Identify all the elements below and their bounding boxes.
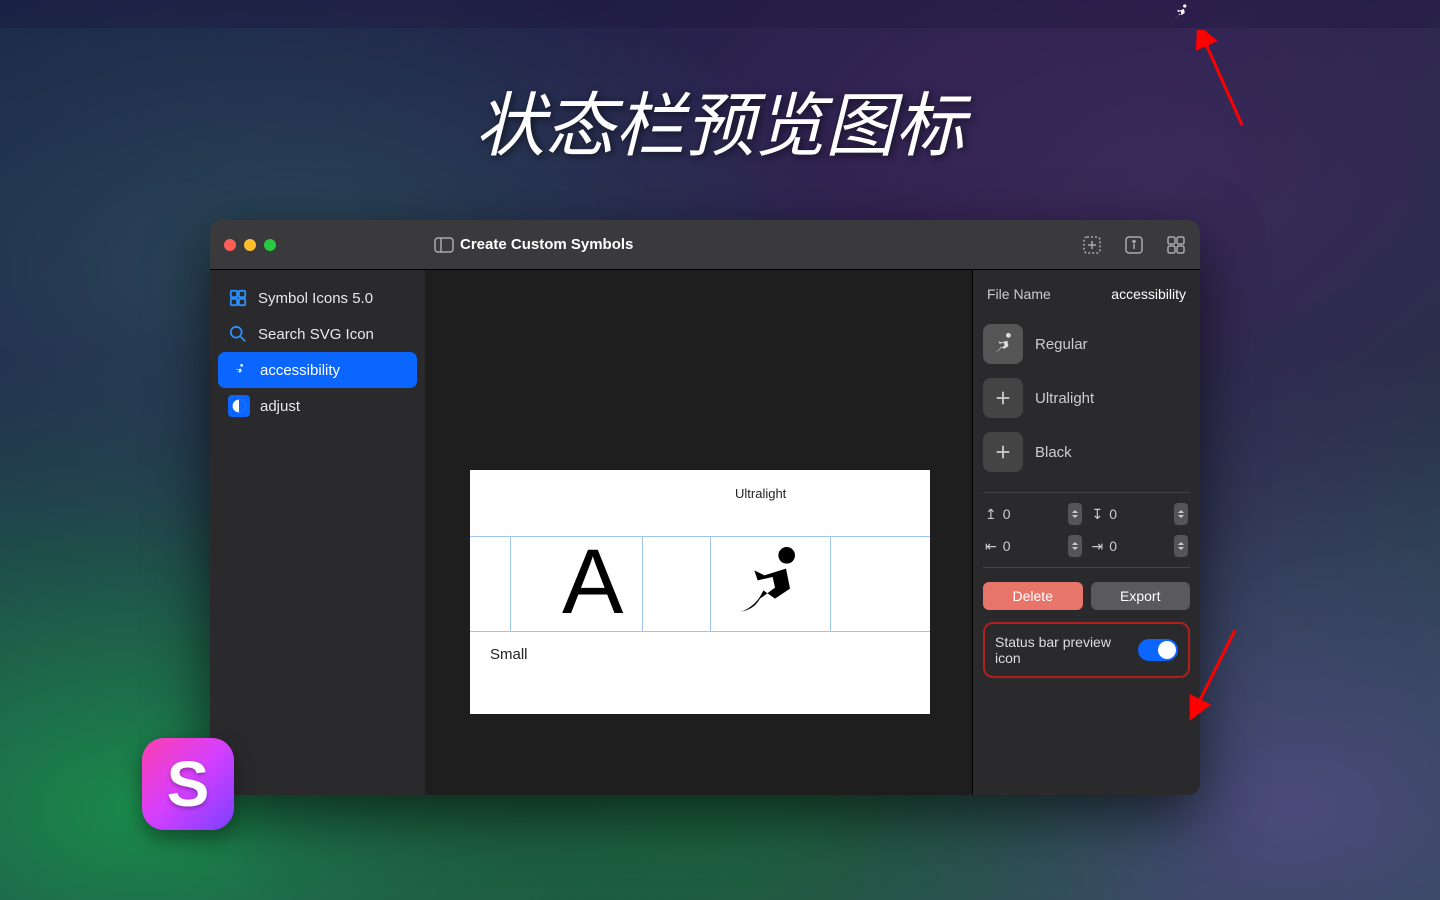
app-window: Create Custom Symbols Symbol Icons 5.0 — [210, 220, 1200, 795]
reference-glyph: A — [562, 530, 623, 635]
guide-line — [830, 536, 831, 632]
file-name-value: accessibility — [1111, 286, 1186, 302]
arrow-left-icon: ⇤ — [985, 538, 997, 555]
sidebar-item-accessibility[interactable]: accessibility — [218, 352, 417, 388]
nudge-value: 0 — [1003, 506, 1011, 522]
nudge-controls: ↥ 0 ↧ 0 ⇤ 0 ⇥ 0 — [983, 492, 1190, 568]
inspector-panel: File Name accessibility Regular Ultralig… — [972, 270, 1200, 795]
weight-label: Ultralight — [735, 486, 786, 501]
nudge-right[interactable]: ⇥ 0 — [1092, 535, 1189, 557]
sidebar-item-label: adjust — [260, 398, 300, 415]
add-weight-icon[interactable] — [983, 378, 1023, 418]
weight-label: Ultralight — [1035, 390, 1094, 407]
headline: 状态栏预览图标 — [0, 70, 1440, 171]
dock-icon-letter: S — [167, 747, 210, 821]
sidebar-item-search[interactable]: Search SVG Icon — [218, 316, 417, 352]
sidebar-item-label: Search SVG Icon — [258, 326, 374, 343]
nudge-value: 0 — [1003, 538, 1011, 554]
file-name-row: File Name accessibility — [983, 280, 1190, 312]
stepper[interactable] — [1174, 503, 1188, 525]
baseline-grid — [470, 536, 930, 632]
toggle-label: Status bar preview icon — [995, 634, 1115, 666]
nudge-down[interactable]: ↧ 0 — [1092, 503, 1189, 525]
nudge-up[interactable]: ↥ 0 — [985, 503, 1082, 525]
symbol-preview-icon — [730, 542, 810, 627]
weight-ultralight[interactable]: Ultralight — [983, 376, 1190, 420]
adjust-icon — [228, 395, 250, 417]
weight-label: Black — [1035, 444, 1072, 461]
weight-regular[interactable]: Regular — [983, 322, 1190, 366]
close-icon[interactable] — [224, 239, 236, 251]
file-name-label: File Name — [987, 286, 1051, 302]
guide-line — [510, 536, 511, 632]
sidebar-toggle-icon[interactable] — [434, 237, 454, 253]
sidebar-item-adjust[interactable]: adjust — [218, 388, 417, 424]
export-button[interactable]: Export — [1091, 582, 1191, 610]
info-icon[interactable] — [1124, 235, 1144, 255]
weight-black[interactable]: Black — [983, 430, 1190, 474]
window-title: Create Custom Symbols — [460, 236, 633, 253]
guide-line — [710, 536, 711, 632]
delete-button[interactable]: Delete — [983, 582, 1083, 610]
sidebar-item-label: Symbol Icons 5.0 — [258, 290, 373, 307]
grid-view-icon[interactable] — [1166, 235, 1186, 255]
arrow-down-icon: ↧ — [1092, 506, 1104, 523]
arrow-right-icon: ⇥ — [1092, 538, 1104, 555]
window-controls[interactable] — [224, 239, 276, 251]
menubar — [0, 0, 1440, 28]
nudge-value: 0 — [1109, 506, 1117, 522]
nudge-value: 0 — [1109, 538, 1117, 554]
weight-label: Regular — [1035, 336, 1088, 353]
grid-icon — [228, 288, 248, 308]
accessibility-icon — [228, 359, 250, 381]
preview-canvas: Ultralight A Small — [470, 470, 930, 714]
minimize-icon[interactable] — [244, 239, 256, 251]
stepper[interactable] — [1068, 535, 1082, 557]
menubar-accessibility-icon[interactable] — [1172, 3, 1190, 26]
add-weight-icon[interactable] — [983, 432, 1023, 472]
stepper[interactable] — [1068, 503, 1082, 525]
stepper[interactable] — [1174, 535, 1188, 557]
arrow-up-icon: ↥ — [985, 506, 997, 523]
statusbar-preview-toggle-row: Status bar preview icon — [983, 622, 1190, 678]
weight-thumb-icon — [983, 324, 1023, 364]
size-label: Small — [490, 646, 528, 663]
nudge-left[interactable]: ⇤ 0 — [985, 535, 1082, 557]
guide-line — [642, 536, 643, 632]
search-icon — [228, 324, 248, 344]
canvas-area: Ultralight A Small — [425, 270, 972, 795]
titlebar: Create Custom Symbols — [210, 220, 1200, 270]
app-dock-icon[interactable]: S — [142, 738, 234, 830]
sidebar-item-symbol-icons[interactable]: Symbol Icons 5.0 — [218, 280, 417, 316]
zoom-icon[interactable] — [264, 239, 276, 251]
annotation-arrow-bottom — [1185, 625, 1245, 725]
statusbar-preview-toggle[interactable] — [1138, 639, 1178, 661]
add-symbol-icon[interactable] — [1082, 235, 1102, 255]
sidebar-item-label: accessibility — [260, 362, 340, 379]
sidebar: Symbol Icons 5.0 Search SVG Icon accessi… — [210, 270, 425, 795]
